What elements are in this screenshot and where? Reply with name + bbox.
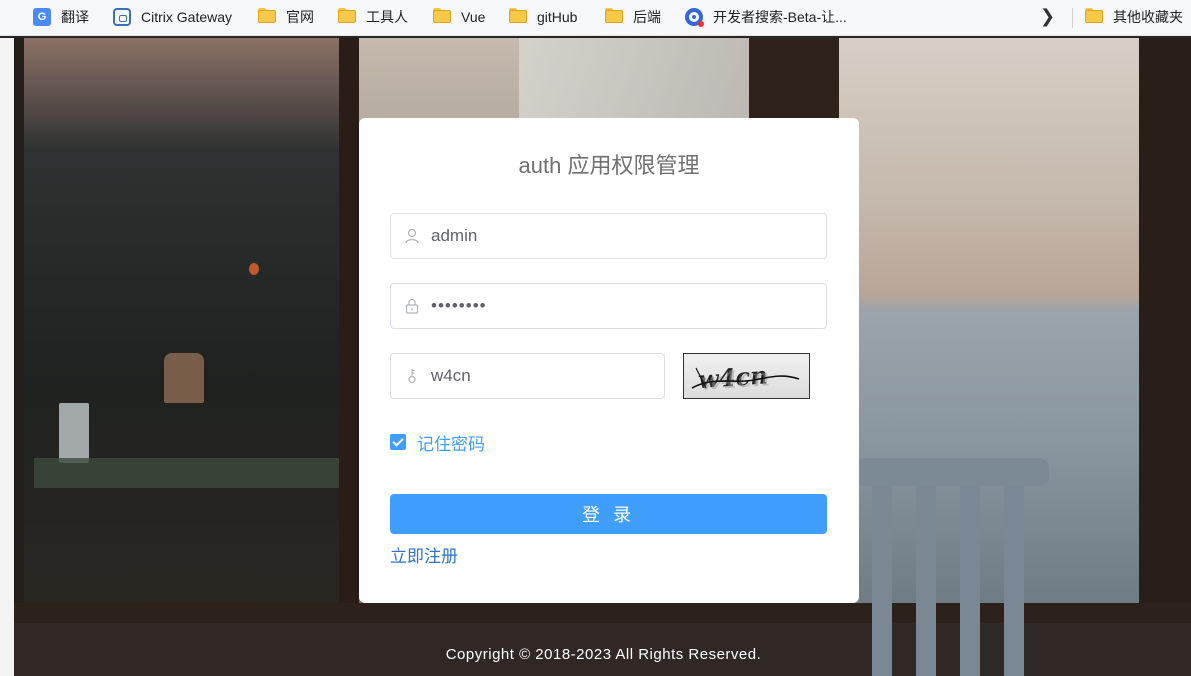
- chevron-right-icon[interactable]: ❯: [1040, 6, 1055, 27]
- bookmarks-bar: G 翻译 Citrix Gateway 官网 工具人 Vue gitHub 后端…: [0, 0, 1191, 36]
- register-link[interactable]: 立即注册: [390, 542, 458, 567]
- bookmark-folder-vue[interactable]: Vue: [433, 0, 485, 34]
- captcha-input[interactable]: [431, 354, 651, 398]
- bookmark-translate[interactable]: G 翻译: [33, 0, 89, 34]
- bookmark-citrix-gateway[interactable]: Citrix Gateway: [113, 0, 232, 34]
- key-icon: [408, 369, 416, 384]
- bookmark-label: 翻译: [61, 9, 89, 25]
- folder-icon: [433, 8, 451, 26]
- password-field[interactable]: [390, 283, 827, 329]
- translate-icon: G: [33, 8, 51, 26]
- bookmark-folder-official[interactable]: 官网: [258, 0, 314, 34]
- folder-icon: [605, 8, 623, 26]
- bookmark-folder-other[interactable]: 其他收藏夹: [1085, 0, 1183, 34]
- captcha-field[interactable]: [390, 353, 665, 399]
- username-field[interactable]: [390, 213, 827, 259]
- password-input[interactable]: [431, 284, 811, 328]
- remember-password-label[interactable]: 记住密码: [417, 430, 485, 455]
- folder-icon: [258, 8, 276, 26]
- dev-search-icon: [685, 8, 704, 27]
- folder-icon: [1085, 8, 1103, 26]
- folder-icon: [509, 8, 527, 26]
- bookmark-label: 工具人: [366, 9, 408, 25]
- remember-password-checkbox[interactable]: 记住密码: [390, 430, 485, 455]
- bookmark-dev-search[interactable]: 开发者搜索-Beta-让...: [685, 0, 847, 34]
- bookmark-label: gitHub: [537, 9, 578, 25]
- login-button[interactable]: 登 录: [390, 494, 827, 534]
- bookmark-folder-github[interactable]: gitHub: [509, 0, 577, 34]
- bookmark-label: 后端: [633, 9, 661, 25]
- bookmark-divider: [1072, 8, 1073, 28]
- bookmark-label: 官网: [286, 9, 314, 25]
- page-title: auth 应用权限管理: [518, 153, 700, 178]
- captcha-image[interactable]: w4cn w4cn: [683, 353, 810, 399]
- bookmark-folder-tools[interactable]: 工具人: [338, 0, 408, 34]
- bookmark-label: Citrix Gateway: [141, 9, 233, 25]
- page-left-edge: [0, 38, 14, 676]
- checkbox-checked-icon[interactable]: [390, 434, 406, 450]
- bookmark-folder-backend[interactable]: 后端: [605, 0, 661, 34]
- lock-icon: [405, 298, 419, 314]
- citrix-lock-icon: [113, 8, 131, 26]
- bookmark-label: 其他收藏夹: [1113, 9, 1183, 25]
- captcha-graphic: w4cn w4cn: [691, 360, 800, 396]
- folder-icon: [338, 8, 356, 26]
- username-input[interactable]: [431, 214, 811, 258]
- login-card: auth 应用权限管理 w4cn w4cn: [359, 118, 859, 603]
- bookmark-label: 开发者搜索-Beta-让...: [713, 9, 847, 25]
- bookmark-label: Vue: [461, 9, 486, 25]
- user-icon: [405, 228, 419, 244]
- copyright-footer: Copyright © 2018-2023 All Rights Reserve…: [445, 646, 762, 663]
